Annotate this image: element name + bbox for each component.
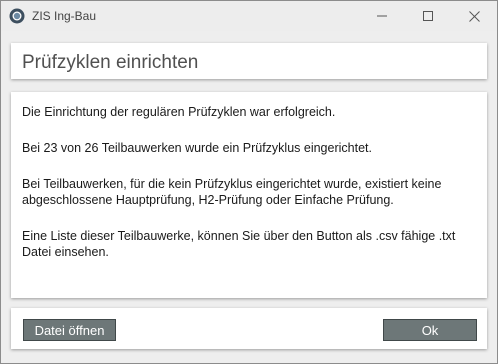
circle-app-icon <box>9 8 25 24</box>
open-file-button[interactable]: Datei öffnen <box>23 319 116 341</box>
close-button[interactable] <box>451 1 497 31</box>
close-icon <box>468 10 480 22</box>
title-bar[interactable]: ZIS Ing-Bau <box>1 1 497 31</box>
minimize-button[interactable] <box>359 1 405 31</box>
dialog-footer: Datei öffnen Ok <box>11 308 487 349</box>
success-message: Die Einrichtung der regulären Prüfzyklen… <box>22 105 336 119</box>
export-hint-message: Eine Liste dieser Teilbauwerke, können S… <box>22 229 456 259</box>
dialog-heading: Prüfzyklen einrichten <box>22 52 199 73</box>
message-text: Die Einrichtung der regulären Prüfzyklen… <box>22 104 480 280</box>
window-title: ZIS Ing-Bau <box>32 9 97 23</box>
app-window: ZIS Ing-Bau Prüfzyklen einrichten Die Ei… <box>0 0 498 364</box>
maximize-button[interactable] <box>405 1 451 31</box>
dialog-header: Prüfzyklen einrichten <box>11 43 487 79</box>
ok-button[interactable]: Ok <box>383 319 477 341</box>
maximize-icon <box>423 11 433 21</box>
minimize-icon <box>377 11 387 21</box>
count-message: Bei 23 von 26 Teilbauwerken wurde ein Pr… <box>22 141 372 155</box>
message-panel: Die Einrichtung der regulären Prüfzyklen… <box>11 92 487 298</box>
missing-inspection-message: Bei Teilbauwerken, für die kein Prüfzykl… <box>22 177 442 207</box>
